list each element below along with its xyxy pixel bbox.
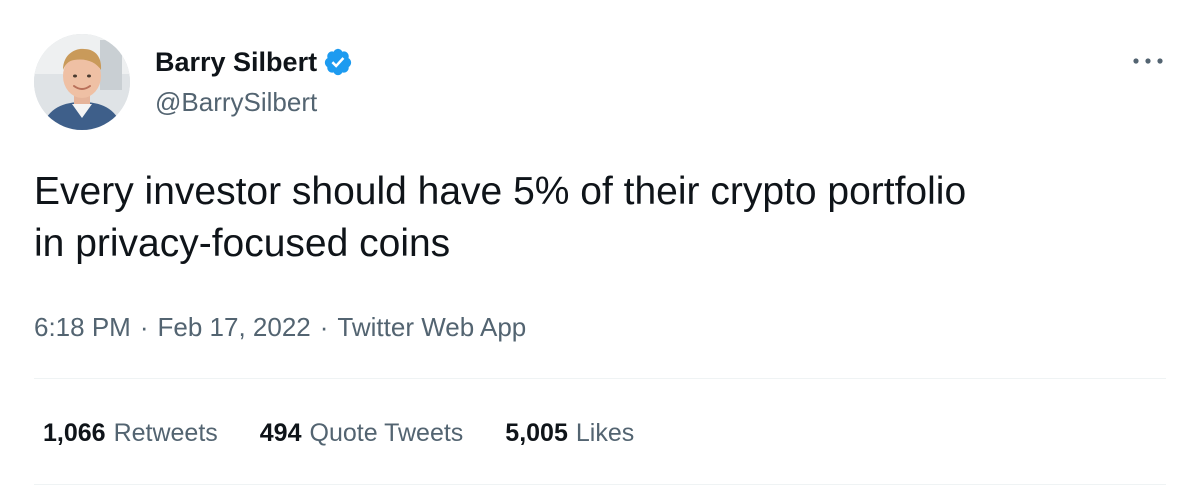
likes-stat[interactable]: 5,005 Likes (505, 414, 634, 452)
avatar-photo (34, 34, 130, 130)
more-horizontal-icon (1133, 58, 1163, 64)
divider (34, 484, 1166, 485)
tweet-stats: 1,066 Retweets 494 Quote Tweets 5,005 Li… (43, 414, 676, 452)
tweet-meta: 6:18 PM · Feb 17, 2022 · Twitter Web App (34, 308, 526, 346)
quote-tweets-stat[interactable]: 494 Quote Tweets (260, 414, 464, 452)
retweets-label: Retweets (113, 419, 218, 447)
author-name-row: Barry Silbert (155, 44, 353, 80)
retweets-count: 1,066 (43, 419, 106, 447)
tweet-source[interactable]: Twitter Web App (337, 308, 526, 346)
tweet-time[interactable]: 6:18 PM (34, 308, 131, 346)
verified-badge-icon (323, 47, 353, 77)
divider (34, 378, 1166, 379)
meta-separator: · (319, 312, 329, 342)
quote-tweets-label: Quote Tweets (309, 419, 464, 447)
author-handle[interactable]: @BarrySilbert (155, 86, 317, 118)
likes-label: Likes (575, 419, 635, 447)
tweet-text: Every investor should have 5% of their c… (34, 170, 967, 265)
likes-count: 5,005 (505, 419, 568, 447)
display-name[interactable]: Barry Silbert (155, 44, 317, 80)
tweet-card: Barry Silbert @BarrySilbert Every invest… (0, 0, 1194, 486)
meta-separator: · (139, 312, 149, 342)
quote-tweets-count: 494 (259, 419, 302, 447)
tweet-date[interactable]: Feb 17, 2022 (158, 308, 311, 346)
avatar[interactable] (34, 34, 130, 130)
retweets-stat[interactable]: 1,066 Retweets (43, 414, 218, 452)
more-options-button[interactable] (1126, 46, 1170, 76)
